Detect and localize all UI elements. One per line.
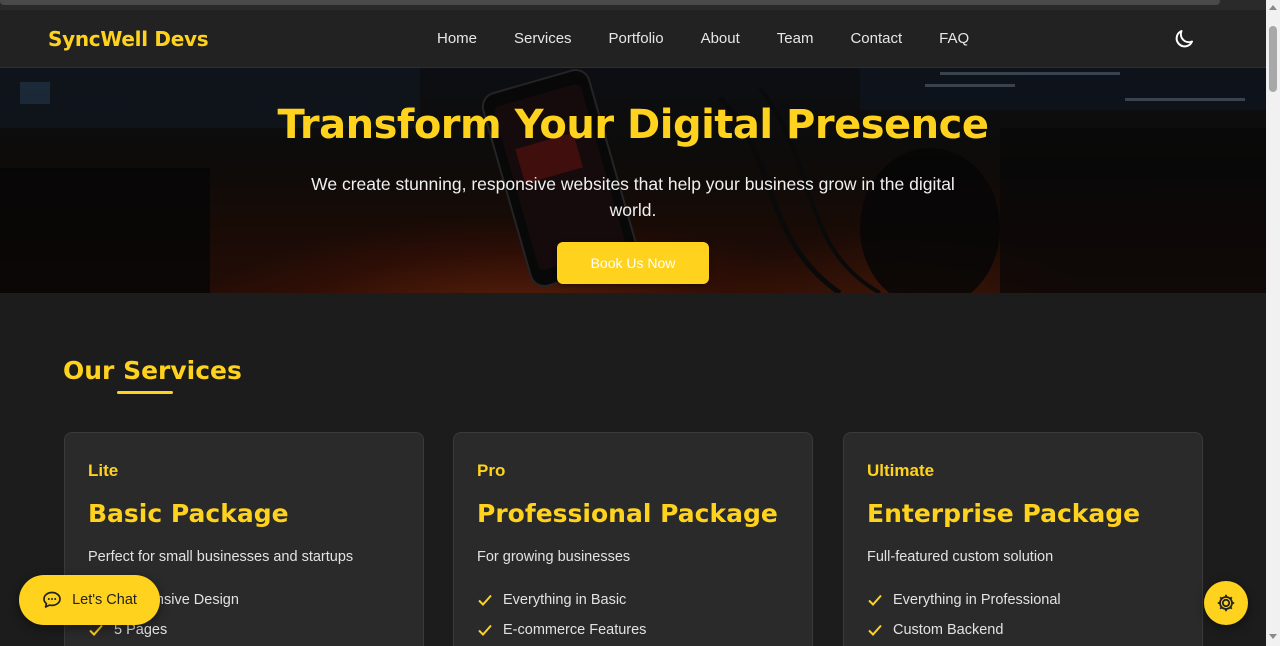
browser-top-strip: [0, 0, 1266, 10]
nav-link-team[interactable]: Team: [777, 30, 814, 47]
card-feature-list: Everything in Professional Custom Backen…: [867, 585, 1061, 645]
gear-icon: [1217, 594, 1235, 612]
services-title-underline: [117, 391, 173, 394]
card-tier: Ultimate: [867, 461, 935, 480]
navbar: SyncWell Devs Home Services Portfolio Ab…: [0, 10, 1266, 68]
nav-link-about[interactable]: About: [701, 30, 740, 47]
check-icon: [478, 624, 492, 636]
feature-item: Custom Backend: [867, 615, 1061, 645]
card-tier: Pro: [477, 461, 506, 480]
feature-item: Everything in Professional: [867, 585, 1061, 615]
hero-title: Transform Your Digital Presence: [277, 102, 989, 148]
service-card-enterprise[interactable]: Ultimate Enterprise Package Full-feature…: [843, 432, 1203, 646]
card-description: Full-featured custom solution: [867, 549, 1054, 565]
feature-item: E-commerce Features: [477, 615, 646, 645]
lets-chat-button[interactable]: Let's Chat: [19, 575, 160, 625]
moon-icon[interactable]: [1172, 27, 1196, 51]
chat-bubble-icon: [43, 591, 61, 608]
nav-link-home[interactable]: Home: [437, 30, 477, 47]
scrollbar-thumb[interactable]: [1269, 26, 1277, 92]
check-icon: [868, 594, 882, 606]
feature-label: Custom Backend: [893, 622, 1004, 638]
settings-button[interactable]: [1204, 581, 1248, 625]
nav-link-portfolio[interactable]: Portfolio: [609, 30, 664, 47]
check-icon: [868, 624, 882, 636]
nav-link-services[interactable]: Services: [514, 30, 572, 47]
nav-links: Home Services Portfolio About Team Conta…: [437, 30, 1006, 47]
page-scrollbar[interactable]: [1266, 0, 1280, 646]
hero-subtitle: We create stunning, responsive websites …: [311, 174, 955, 220]
book-us-now-button[interactable]: Book Us Now: [557, 242, 709, 284]
card-tier: Lite: [88, 461, 119, 480]
lets-chat-label: Let's Chat: [72, 592, 137, 608]
nav-link-faq[interactable]: FAQ: [939, 30, 969, 47]
card-feature-list: Everything in Basic E-commerce Features: [477, 585, 646, 645]
card-package-name: Basic Package: [88, 499, 289, 528]
feature-label: Everything in Professional: [893, 592, 1061, 608]
nav-link-contact[interactable]: Contact: [850, 30, 902, 47]
services-title: Our Services: [63, 356, 242, 385]
check-icon: [478, 594, 492, 606]
feature-item: Everything in Basic: [477, 585, 646, 615]
scroll-up-arrow-icon[interactable]: [1269, 5, 1277, 10]
service-card-professional[interactable]: Pro Professional Package For growing bus…: [453, 432, 813, 646]
feature-label: E-commerce Features: [503, 622, 647, 638]
scroll-down-arrow-icon[interactable]: [1269, 634, 1277, 639]
card-package-name: Professional Package: [477, 499, 778, 528]
feature-label: Everything in Basic: [503, 592, 627, 608]
card-description: Perfect for small businesses and startup…: [88, 549, 354, 565]
brand-logo[interactable]: SyncWell Devs: [48, 27, 209, 51]
card-description: For growing businesses: [477, 549, 631, 565]
card-package-name: Enterprise Package: [867, 499, 1141, 528]
